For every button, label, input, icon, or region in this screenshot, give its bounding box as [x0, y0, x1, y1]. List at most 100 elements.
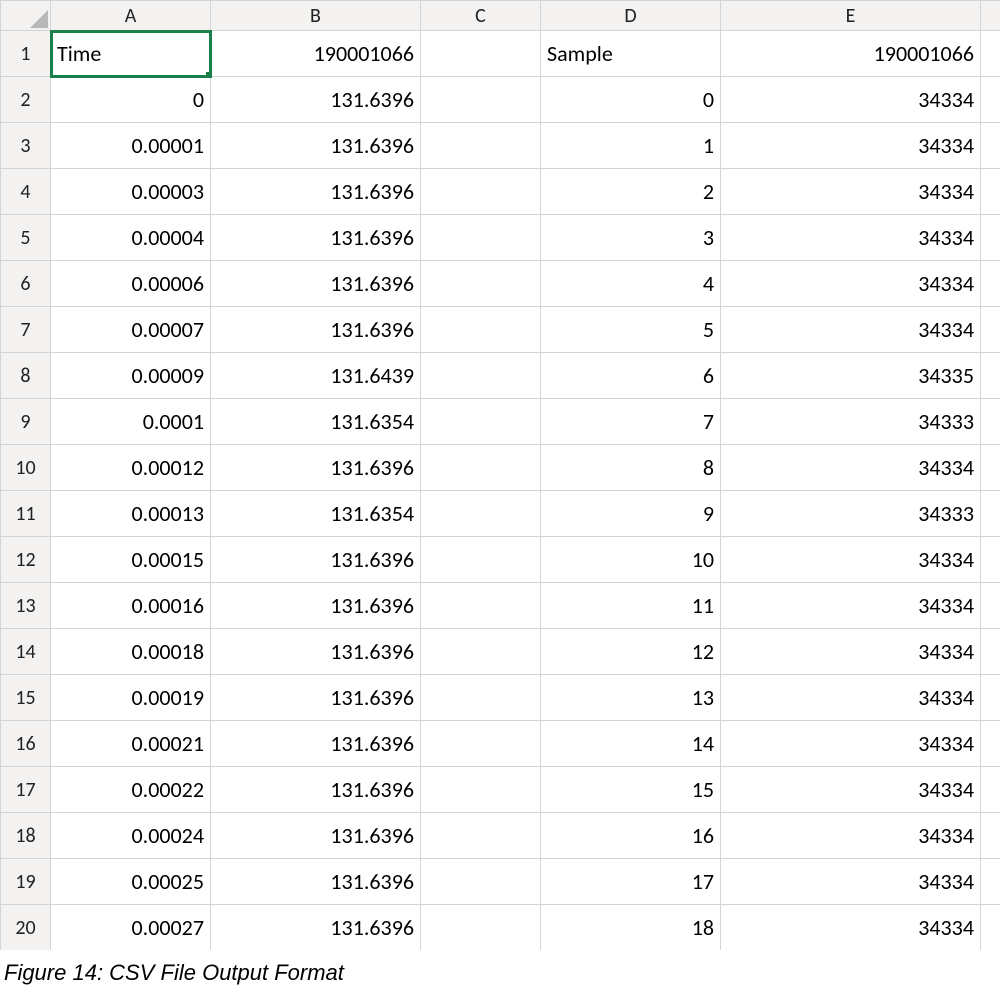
cell-E19[interactable]: 34334	[721, 859, 981, 905]
cell-C2[interactable]	[421, 77, 541, 123]
cell-blank[interactable]	[981, 215, 1000, 261]
row-header[interactable]: 16	[1, 721, 51, 767]
cell-D11[interactable]: 9	[541, 491, 721, 537]
cell-C15[interactable]	[421, 675, 541, 721]
cell-A19[interactable]: 0.00025	[51, 859, 211, 905]
row-header[interactable]: 20	[1, 905, 51, 951]
cell-A11[interactable]: 0.00013	[51, 491, 211, 537]
cell-E18[interactable]: 34334	[721, 813, 981, 859]
cell-blank[interactable]	[981, 583, 1000, 629]
col-header-A[interactable]: A	[51, 1, 211, 31]
cell-A16[interactable]: 0.00021	[51, 721, 211, 767]
col-header-B[interactable]: B	[211, 1, 421, 31]
cell-E15[interactable]: 34334	[721, 675, 981, 721]
cell-blank[interactable]	[981, 31, 1000, 77]
cell-A18[interactable]: 0.00024	[51, 813, 211, 859]
row-header[interactable]: 13	[1, 583, 51, 629]
col-header-blank[interactable]	[981, 1, 1000, 31]
col-header-E[interactable]: E	[721, 1, 981, 31]
cell-D12[interactable]: 10	[541, 537, 721, 583]
cell-B7[interactable]: 131.6396	[211, 307, 421, 353]
cell-B15[interactable]: 131.6396	[211, 675, 421, 721]
cell-C7[interactable]	[421, 307, 541, 353]
cell-C9[interactable]	[421, 399, 541, 445]
cell-A8[interactable]: 0.00009	[51, 353, 211, 399]
cell-blank[interactable]	[981, 261, 1000, 307]
cell-A1[interactable]: Time	[51, 31, 211, 77]
cell-B2[interactable]: 131.6396	[211, 77, 421, 123]
row-header[interactable]: 18	[1, 813, 51, 859]
row-header[interactable]: 14	[1, 629, 51, 675]
row-header[interactable]: 7	[1, 307, 51, 353]
cell-D16[interactable]: 14	[541, 721, 721, 767]
cell-D19[interactable]: 17	[541, 859, 721, 905]
cell-E14[interactable]: 34334	[721, 629, 981, 675]
cell-blank[interactable]	[981, 767, 1000, 813]
cell-blank[interactable]	[981, 859, 1000, 905]
cell-E9[interactable]: 34333	[721, 399, 981, 445]
row-header[interactable]: 6	[1, 261, 51, 307]
cell-E6[interactable]: 34334	[721, 261, 981, 307]
cell-B8[interactable]: 131.6439	[211, 353, 421, 399]
cell-blank[interactable]	[981, 813, 1000, 859]
cell-blank[interactable]	[981, 721, 1000, 767]
cell-D1[interactable]: Sample	[541, 31, 721, 77]
cell-blank[interactable]	[981, 905, 1000, 951]
cell-C16[interactable]	[421, 721, 541, 767]
cell-E3[interactable]: 34334	[721, 123, 981, 169]
cell-C20[interactable]	[421, 905, 541, 951]
cell-D4[interactable]: 2	[541, 169, 721, 215]
row-header[interactable]: 12	[1, 537, 51, 583]
cell-E20[interactable]: 34334	[721, 905, 981, 951]
cell-B20[interactable]: 131.6396	[211, 905, 421, 951]
cell-D8[interactable]: 6	[541, 353, 721, 399]
cell-A9[interactable]: 0.0001	[51, 399, 211, 445]
cell-A5[interactable]: 0.00004	[51, 215, 211, 261]
cell-E12[interactable]: 34334	[721, 537, 981, 583]
cell-B10[interactable]: 131.6396	[211, 445, 421, 491]
cell-blank[interactable]	[981, 169, 1000, 215]
cell-D7[interactable]: 5	[541, 307, 721, 353]
cell-D14[interactable]: 12	[541, 629, 721, 675]
cell-B9[interactable]: 131.6354	[211, 399, 421, 445]
cell-D5[interactable]: 3	[541, 215, 721, 261]
cell-A3[interactable]: 0.00001	[51, 123, 211, 169]
cell-D15[interactable]: 13	[541, 675, 721, 721]
cell-C14[interactable]	[421, 629, 541, 675]
cell-C5[interactable]	[421, 215, 541, 261]
cell-A17[interactable]: 0.00022	[51, 767, 211, 813]
cell-A2[interactable]: 0	[51, 77, 211, 123]
cell-C11[interactable]	[421, 491, 541, 537]
cell-C10[interactable]	[421, 445, 541, 491]
cell-A20[interactable]: 0.00027	[51, 905, 211, 951]
cell-A4[interactable]: 0.00003	[51, 169, 211, 215]
row-header[interactable]: 8	[1, 353, 51, 399]
row-header[interactable]: 10	[1, 445, 51, 491]
cell-C18[interactable]	[421, 813, 541, 859]
cell-B4[interactable]: 131.6396	[211, 169, 421, 215]
cell-B18[interactable]: 131.6396	[211, 813, 421, 859]
cell-E13[interactable]: 34334	[721, 583, 981, 629]
cell-B5[interactable]: 131.6396	[211, 215, 421, 261]
cell-D18[interactable]: 16	[541, 813, 721, 859]
cell-A15[interactable]: 0.00019	[51, 675, 211, 721]
cell-B12[interactable]: 131.6396	[211, 537, 421, 583]
cell-A12[interactable]: 0.00015	[51, 537, 211, 583]
cell-blank[interactable]	[981, 537, 1000, 583]
cell-blank[interactable]	[981, 445, 1000, 491]
col-header-D[interactable]: D	[541, 1, 721, 31]
cell-A10[interactable]: 0.00012	[51, 445, 211, 491]
cell-E5[interactable]: 34334	[721, 215, 981, 261]
cell-C4[interactable]	[421, 169, 541, 215]
cell-C12[interactable]	[421, 537, 541, 583]
row-header[interactable]: 3	[1, 123, 51, 169]
select-all-corner[interactable]	[1, 1, 51, 31]
cell-C8[interactable]	[421, 353, 541, 399]
cell-B11[interactable]: 131.6354	[211, 491, 421, 537]
cell-D9[interactable]: 7	[541, 399, 721, 445]
cell-blank[interactable]	[981, 123, 1000, 169]
cell-A7[interactable]: 0.00007	[51, 307, 211, 353]
cell-blank[interactable]	[981, 629, 1000, 675]
cell-B16[interactable]: 131.6396	[211, 721, 421, 767]
row-header[interactable]: 17	[1, 767, 51, 813]
